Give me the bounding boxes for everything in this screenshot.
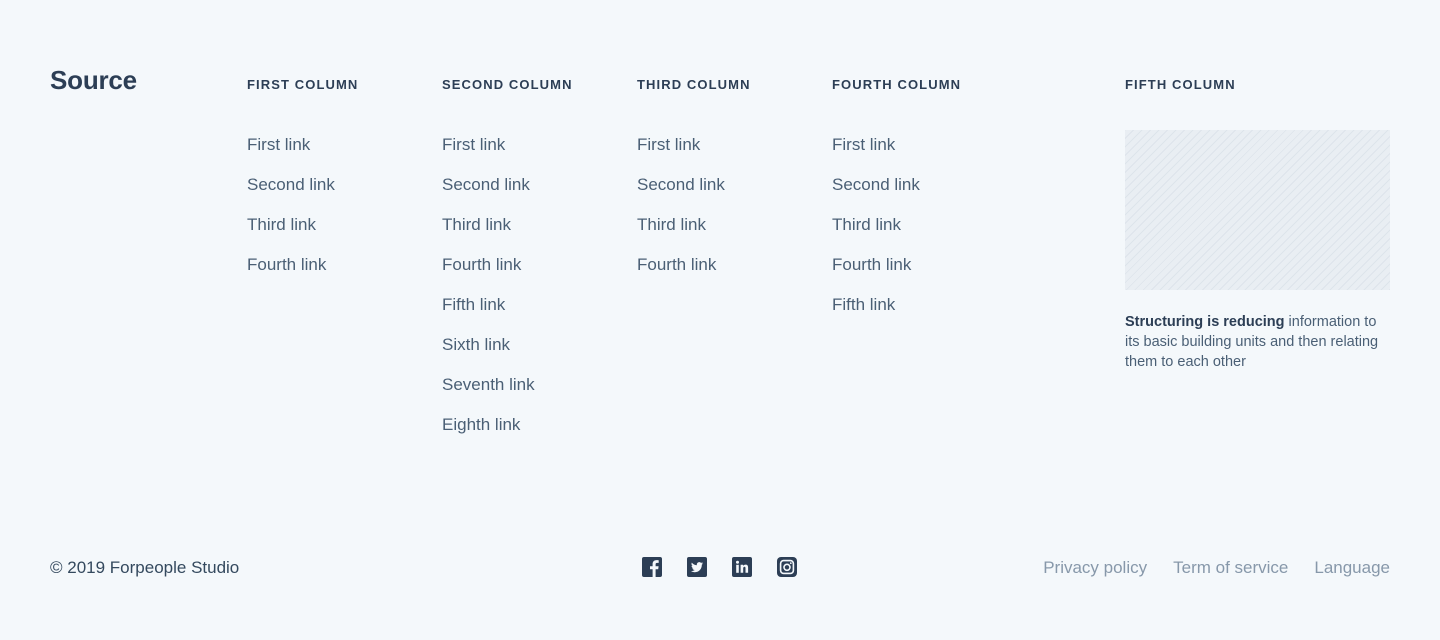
footer-link[interactable]: Third link: [637, 215, 706, 234]
footer-column-second: SECOND COLUMN First link Second link Thi…: [442, 77, 573, 453]
brand-logo[interactable]: Source: [50, 66, 137, 96]
footer-link[interactable]: Eighth link: [442, 415, 520, 434]
footer-column-first: FIRST COLUMN First link Second link Thir…: [247, 77, 358, 293]
footer-link[interactable]: Fourth link: [247, 255, 326, 274]
column-link-list: First link Second link Third link Fourth…: [637, 133, 751, 293]
column-heading: SECOND COLUMN: [442, 77, 573, 92]
brand-logo-text: Source: [50, 66, 137, 95]
footer-link[interactable]: Fourth link: [832, 255, 911, 274]
footer-link[interactable]: First link: [832, 135, 895, 154]
footer-link[interactable]: Third link: [442, 215, 511, 234]
facebook-link[interactable]: [642, 557, 662, 577]
column-heading: FOURTH COLUMN: [832, 77, 962, 92]
language-link[interactable]: Language: [1314, 556, 1390, 580]
footer-link[interactable]: Fifth link: [442, 295, 505, 314]
footer-link[interactable]: Second link: [247, 175, 335, 194]
terms-of-service-link[interactable]: Term of service: [1173, 556, 1288, 580]
facebook-icon: [642, 557, 662, 577]
column-heading: THIRD COLUMN: [637, 77, 751, 92]
linkedin-link[interactable]: [732, 557, 752, 577]
column-link-list: First link Second link Third link Fourth…: [832, 133, 961, 333]
instagram-link[interactable]: [777, 557, 797, 577]
linkedin-icon: [732, 557, 752, 577]
column-link-list: First link Second link Third link Fourth…: [442, 133, 573, 453]
footer-column-third: THIRD COLUMN First link Second link Thir…: [637, 77, 751, 293]
footer-link[interactable]: First link: [442, 135, 505, 154]
footer-link[interactable]: Fifth link: [832, 295, 895, 314]
blurb-text: Structuring is reducing information to i…: [1125, 312, 1390, 372]
footer-link[interactable]: Third link: [247, 215, 316, 234]
column-heading: FIRST COLUMN: [247, 77, 359, 92]
privacy-policy-link[interactable]: Privacy policy: [1043, 556, 1147, 580]
footer-column-fifth: FIFTH COLUMN Structuring is reducing inf…: [1125, 77, 1390, 372]
footer-link[interactable]: Seventh link: [442, 375, 535, 394]
copyright-text: © 2019 Forpeople Studio: [50, 558, 240, 577]
footer-column-fourth: FOURTH COLUMN First link Second link Thi…: [832, 77, 961, 333]
twitter-icon: [687, 557, 707, 577]
legal-links: Privacy policy Term of service Language: [1043, 556, 1390, 580]
social-links: [642, 557, 797, 577]
image-placeholder: [1125, 130, 1390, 290]
footer-link[interactable]: Fourth link: [442, 255, 521, 274]
blurb-bold-text: Structuring is reducing: [1125, 314, 1285, 330]
instagram-icon: [777, 557, 797, 577]
footer-link[interactable]: First link: [247, 135, 310, 154]
footer-link[interactable]: First link: [637, 135, 700, 154]
footer-link[interactable]: Second link: [442, 175, 530, 194]
footer-bottom-bar: © 2019 Forpeople Studio Privacy policy T…: [0, 556, 1440, 580]
column-link-list: First link Second link Third link Fourth…: [247, 133, 358, 293]
twitter-link[interactable]: [687, 557, 707, 577]
footer-link[interactable]: Second link: [832, 175, 920, 194]
footer-link[interactable]: Fourth link: [637, 255, 716, 274]
column-heading: FIFTH COLUMN: [1125, 77, 1236, 92]
footer-link[interactable]: Second link: [637, 175, 725, 194]
footer-link[interactable]: Sixth link: [442, 335, 510, 354]
footer-link[interactable]: Third link: [832, 215, 901, 234]
